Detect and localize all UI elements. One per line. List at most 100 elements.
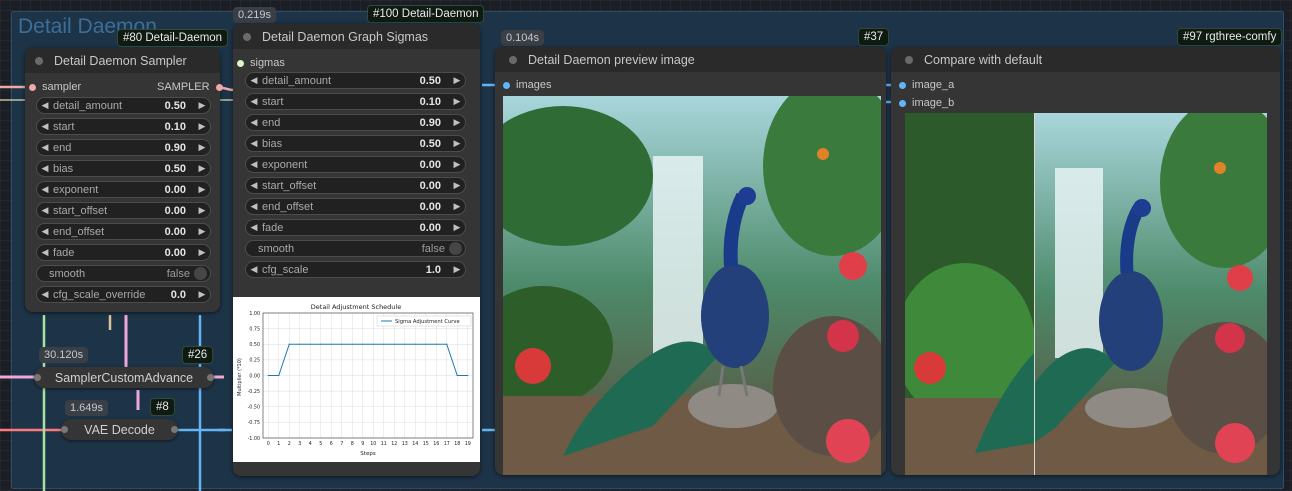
image-a-input-slot[interactable]: image_a <box>899 79 954 91</box>
node-header[interactable]: Detail Daemon Sampler <box>25 48 220 73</box>
increment-arrow-icon[interactable]: ▶ <box>194 100 210 111</box>
increment-arrow-icon[interactable]: ▶ <box>449 117 465 128</box>
decrement-arrow-icon[interactable]: ◀ <box>37 205 53 216</box>
increment-arrow-icon[interactable]: ▶ <box>194 247 210 258</box>
vae-decode-node[interactable]: VAE Decode <box>61 419 178 440</box>
toggle-widget[interactable]: smooth false <box>245 240 466 257</box>
widget-label: end_offset <box>262 200 314 213</box>
number-widget[interactable]: ◀ bias 0.50 ▶ <box>245 135 466 152</box>
comparer-image[interactable] <box>905 113 1267 475</box>
number-widget[interactable]: ◀ detail_amount 0.50 ▶ <box>245 72 466 89</box>
widget-value[interactable]: 0.90 <box>420 117 449 129</box>
decrement-arrow-icon[interactable]: ◀ <box>37 121 53 132</box>
x-tick-label: 11 <box>381 441 387 447</box>
widget-value[interactable]: 0.90 <box>165 142 194 154</box>
number-widget[interactable]: ◀ fade 0.00 ▶ <box>245 219 466 236</box>
widget-value[interactable]: 1.0 <box>426 264 449 276</box>
sampler-input-slot[interactable]: sampler <box>29 81 81 93</box>
widget-value[interactable]: 0.00 <box>420 159 449 171</box>
increment-arrow-icon[interactable]: ▶ <box>449 96 465 107</box>
decrement-arrow-icon[interactable]: ◀ <box>37 163 53 174</box>
number-widget[interactable]: ◀ start 0.10 ▶ <box>36 118 211 135</box>
number-widget[interactable]: ◀ fade 0.00 ▶ <box>36 244 211 261</box>
decrement-arrow-icon[interactable]: ◀ <box>246 264 262 275</box>
increment-arrow-icon[interactable]: ▶ <box>194 163 210 174</box>
sampler-custom-advance-node[interactable]: SamplerCustomAdvance <box>34 367 214 388</box>
number-widget[interactable]: ◀ bias 0.50 ▶ <box>36 160 211 177</box>
widget-value[interactable]: 0.00 <box>420 222 449 234</box>
decrement-arrow-icon[interactable]: ◀ <box>246 96 262 107</box>
number-widget[interactable]: ◀ end 0.90 ▶ <box>245 114 466 131</box>
increment-arrow-icon[interactable]: ▶ <box>449 75 465 86</box>
toggle-widget[interactable]: smooth false <box>36 265 211 282</box>
increment-arrow-icon[interactable]: ▶ <box>194 205 210 216</box>
decrement-arrow-icon[interactable]: ◀ <box>246 201 262 212</box>
widget-label: bias <box>53 162 74 175</box>
decrement-arrow-icon[interactable]: ◀ <box>37 142 53 153</box>
widget-value[interactable]: 0.50 <box>165 163 194 175</box>
decrement-arrow-icon[interactable]: ◀ <box>37 289 53 300</box>
decrement-arrow-icon[interactable]: ◀ <box>37 226 53 237</box>
decrement-arrow-icon[interactable]: ◀ <box>246 180 262 191</box>
collapse-dot-icon[interactable] <box>905 55 913 64</box>
collapse-dot-icon[interactable] <box>509 55 517 64</box>
increment-arrow-icon[interactable]: ▶ <box>449 222 465 233</box>
increment-arrow-icon[interactable]: ▶ <box>449 138 465 149</box>
data-point <box>372 343 374 345</box>
widget-value[interactable]: 0.00 <box>165 205 194 217</box>
decrement-arrow-icon[interactable]: ◀ <box>246 117 262 128</box>
number-widget[interactable]: ◀ end 0.90 ▶ <box>36 139 211 156</box>
toggle-knob-icon[interactable] <box>449 242 462 255</box>
widget-value[interactable]: 0.00 <box>165 226 194 238</box>
decrement-arrow-icon[interactable]: ◀ <box>37 184 53 195</box>
sigmas-input-slot[interactable]: sigmas <box>237 57 285 69</box>
widget-value[interactable]: 0.00 <box>420 201 449 213</box>
increment-arrow-icon[interactable]: ▶ <box>449 159 465 170</box>
comparer-slider-line[interactable] <box>1034 113 1035 475</box>
increment-arrow-icon[interactable]: ▶ <box>194 226 210 237</box>
increment-arrow-icon[interactable]: ▶ <box>194 184 210 195</box>
increment-arrow-icon[interactable]: ▶ <box>194 121 210 132</box>
decrement-arrow-icon[interactable]: ◀ <box>37 247 53 258</box>
node-header[interactable]: Detail Daemon preview image <box>495 47 886 72</box>
widget-value[interactable]: 0.00 <box>165 184 194 196</box>
widget-value[interactable]: 0.0 <box>171 289 194 301</box>
number-widget[interactable]: ◀ cfg_scale 1.0 ▶ <box>245 261 466 278</box>
widget-value[interactable]: 0.50 <box>420 138 449 150</box>
number-widget[interactable]: ◀ cfg_scale_override 0.0 ▶ <box>36 286 211 303</box>
collapse-dot-icon[interactable] <box>243 32 251 41</box>
decrement-arrow-icon[interactable]: ◀ <box>246 222 262 233</box>
number-widget[interactable]: ◀ exponent 0.00 ▶ <box>36 181 211 198</box>
number-widget[interactable]: ◀ end_offset 0.00 ▶ <box>36 223 211 240</box>
decrement-arrow-icon[interactable]: ◀ <box>246 75 262 86</box>
number-widget[interactable]: ◀ end_offset 0.00 ▶ <box>245 198 466 215</box>
images-input-slot[interactable]: images <box>503 79 551 91</box>
collapse-dot-icon[interactable] <box>35 56 43 65</box>
increment-arrow-icon[interactable]: ▶ <box>194 142 210 153</box>
increment-arrow-icon[interactable]: ▶ <box>449 201 465 212</box>
increment-arrow-icon[interactable]: ▶ <box>194 289 210 300</box>
preview-image-peacock[interactable] <box>503 96 881 475</box>
image-b-input-slot[interactable]: image_b <box>899 97 954 109</box>
sampler-output-slot[interactable]: SAMPLER <box>157 81 223 93</box>
widget-value[interactable]: 0.00 <box>420 180 449 192</box>
number-widget[interactable]: ◀ exponent 0.00 ▶ <box>245 156 466 173</box>
decrement-arrow-icon[interactable]: ◀ <box>246 138 262 149</box>
increment-arrow-icon[interactable]: ▶ <box>449 180 465 191</box>
widget-value[interactable]: 0.50 <box>420 75 449 87</box>
number-widget[interactable]: ◀ start_offset 0.00 ▶ <box>245 177 466 194</box>
number-widget[interactable]: ◀ start_offset 0.00 ▶ <box>36 202 211 219</box>
number-widget[interactable]: ◀ start 0.10 ▶ <box>245 93 466 110</box>
widget-value[interactable]: 0.10 <box>420 96 449 108</box>
increment-arrow-icon[interactable]: ▶ <box>449 264 465 275</box>
decrement-arrow-icon[interactable]: ◀ <box>246 159 262 170</box>
widget-value[interactable]: 0.50 <box>165 100 194 112</box>
node-header[interactable]: Detail Daemon Graph Sigmas <box>233 24 480 49</box>
widget-value[interactable]: 0.10 <box>165 121 194 133</box>
decrement-arrow-icon[interactable]: ◀ <box>37 100 53 111</box>
node-header[interactable]: Compare with default <box>891 47 1280 72</box>
number-widget[interactable]: ◀ detail_amount 0.50 ▶ <box>36 97 211 114</box>
widget-value[interactable]: 0.00 <box>165 247 194 259</box>
toggle-knob-icon[interactable] <box>194 267 207 280</box>
data-point <box>341 343 343 345</box>
